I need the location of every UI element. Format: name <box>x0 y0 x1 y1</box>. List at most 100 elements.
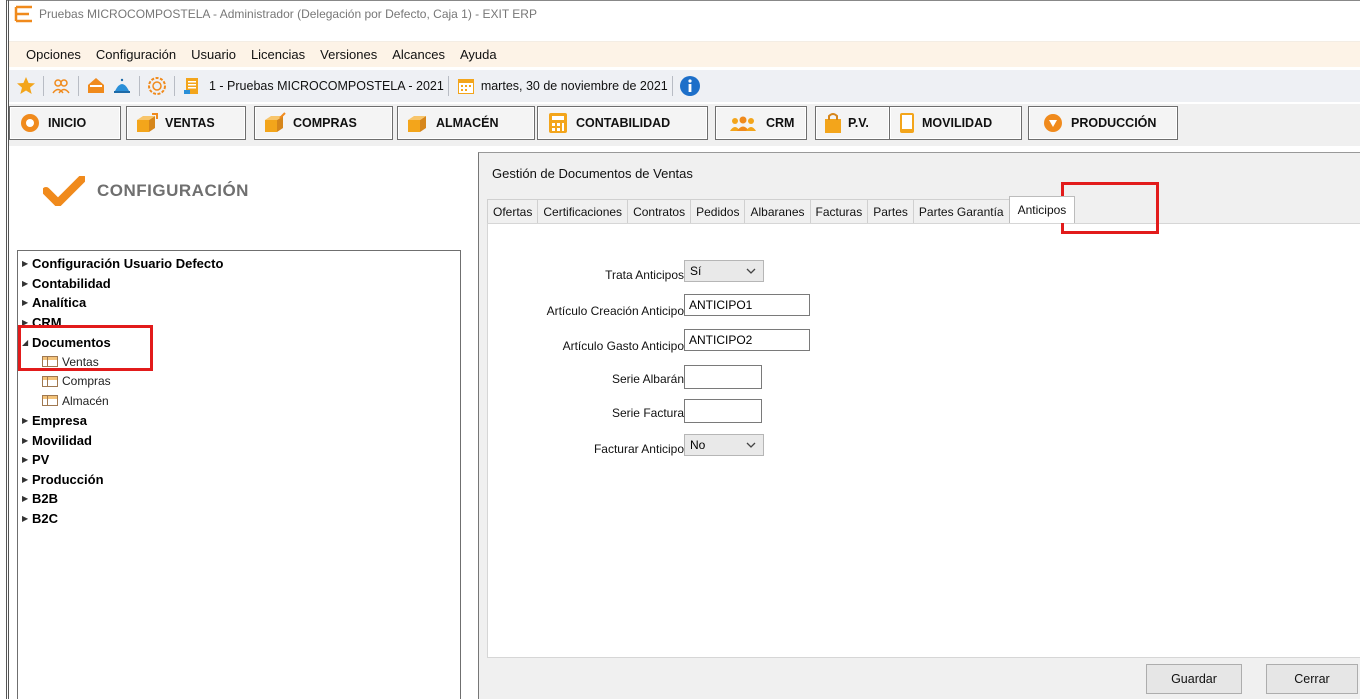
menu-bar: Opciones Configuración Usuario Licencias… <box>9 41 1360 67</box>
tree-item-config-usuario[interactable]: ▶ Configuración Usuario Defecto <box>18 254 460 274</box>
tree-item-b2c[interactable]: ▶ B2C <box>18 509 460 529</box>
menu-ayuda[interactable]: Ayuda <box>460 47 497 62</box>
tree-subitem-compras[interactable]: Compras <box>18 372 460 392</box>
facturar-anticipo-select[interactable]: No <box>684 434 764 456</box>
highlight-box-anticipos-tab <box>1061 182 1159 234</box>
users-icon[interactable] <box>50 75 72 97</box>
tree-item-contabilidad[interactable]: ▶ Contabilidad <box>18 274 460 294</box>
star-icon[interactable] <box>15 75 37 97</box>
tab-strip: Ofertas Certificaciones Contratos Pedido… <box>487 196 1076 223</box>
tab-anticipos[interactable]: Anticipos <box>1008 196 1076 223</box>
tab-albaranes[interactable]: Albaranes <box>744 199 811 223</box>
tree-item-analitica[interactable]: ▶ Analítica <box>18 293 460 313</box>
shopping-bag-icon <box>824 112 842 134</box>
home-icon <box>18 112 42 134</box>
module-crm-button[interactable]: CRM <box>715 106 807 140</box>
calendar-icon[interactable] <box>455 75 477 97</box>
module-ventas-label: VENTAS <box>165 116 215 130</box>
title-bar: Pruebas MICROCOMPOSTELA - Administrador … <box>9 1 1360 27</box>
current-date: martes, 30 de noviembre de 2021 <box>480 79 668 93</box>
service-bell-icon[interactable] <box>111 75 133 97</box>
document-icon[interactable] <box>181 75 203 97</box>
warehouse-box-icon <box>406 112 430 134</box>
toolbar-separator <box>447 76 449 96</box>
tree-item-b2b[interactable]: ▶ B2B <box>18 489 460 509</box>
expand-arrow-icon: ▶ <box>22 455 29 465</box>
tab-partes[interactable]: Partes <box>867 199 914 223</box>
facturar-anticipo-value: No <box>690 438 706 452</box>
module-movilidad-button[interactable]: MOVILIDAD <box>889 106 1022 140</box>
expand-arrow-icon: ▶ <box>22 278 29 288</box>
menu-usuario[interactable]: Usuario <box>191 47 236 62</box>
toolbar-separator <box>174 76 175 96</box>
module-compras-label: COMPRAS <box>293 116 357 130</box>
menu-licencias[interactable]: Licencias <box>251 47 305 62</box>
module-movilidad-label: MOVILIDAD <box>922 116 993 130</box>
toolbar-separator <box>78 76 79 96</box>
module-produccion-button[interactable]: PRODUCCIÓN <box>1028 106 1178 140</box>
dialog-title: Gestión de Documentos de Ventas <box>492 166 693 181</box>
menu-alcances[interactable]: Alcances <box>392 47 445 62</box>
trata-anticipos-value: Sí <box>690 264 702 278</box>
articulo-gasto-input[interactable] <box>684 329 810 351</box>
module-inicio-button[interactable]: INICIO <box>9 106 121 140</box>
trata-anticipos-select[interactable]: Sí <box>684 260 764 282</box>
config-title: CONFIGURACIÓN <box>97 181 249 200</box>
module-compras-button[interactable]: COMPRAS <box>254 106 393 140</box>
tab-facturas[interactable]: Facturas <box>809 199 869 223</box>
expand-arrow-icon: ▶ <box>22 514 29 524</box>
window-title: Pruebas MICROCOMPOSTELA - Administrador … <box>39 7 537 21</box>
checkmark-icon <box>43 176 85 206</box>
articulo-creacion-input[interactable] <box>684 294 810 316</box>
tab-contratos[interactable]: Contratos <box>627 199 692 223</box>
info-icon[interactable] <box>679 75 701 97</box>
save-button[interactable]: Guardar <box>1146 664 1242 694</box>
production-gear-icon <box>1041 112 1065 134</box>
module-produccion-label: PRODUCCIÓN <box>1071 116 1157 130</box>
module-contabilidad-button[interactable]: CONTABILIDAD <box>537 106 708 140</box>
config-header: CONFIGURACIÓN <box>43 176 249 206</box>
tab-partes-garantia[interactable]: Partes Garantía <box>912 199 1010 223</box>
toolbar-separator <box>671 76 673 96</box>
expand-arrow-icon: ▶ <box>22 259 29 269</box>
tree-item-movilidad[interactable]: ▶ Movilidad <box>18 430 460 450</box>
quick-toolbar: 1 - Pruebas MICROCOMPOSTELA - 2021 marte… <box>9 70 1360 102</box>
chevron-down-icon <box>746 442 756 448</box>
module-almacen-button[interactable]: ALMACÉN <box>397 106 535 140</box>
module-contabilidad-label: CONTABILIDAD <box>576 116 671 130</box>
tab-pedidos[interactable]: Pedidos <box>690 199 746 223</box>
mobile-phone-icon <box>898 112 916 134</box>
serie-factura-input[interactable] <box>684 399 762 423</box>
table-icon <box>42 375 58 387</box>
module-crm-label: CRM <box>766 116 795 130</box>
menu-configuracion[interactable]: Configuración <box>96 47 176 62</box>
close-button[interactable]: Cerrar <box>1266 664 1358 694</box>
tree-item-pv[interactable]: ▶ PV <box>18 450 460 470</box>
anticipos-tab-pane: Trata Anticipos Sí Artículo Creación Ant… <box>487 223 1360 658</box>
module-pv-button[interactable]: P.V. <box>815 106 890 140</box>
menu-versiones[interactable]: Versiones <box>320 47 377 62</box>
articulo-creacion-label: Artículo Creación Anticipo <box>546 304 684 318</box>
box-out-icon <box>135 112 159 134</box>
expand-arrow-icon: ▶ <box>22 435 29 445</box>
config-tree: ▶ Configuración Usuario Defecto ▶ Contabil… <box>17 250 461 699</box>
documentos-ventas-dialog: Gestión de Documentos de Ventas Ofertas … <box>478 152 1360 699</box>
tree-subitem-almacen[interactable]: Almacén <box>18 391 460 411</box>
tree-item-empresa[interactable]: ▶ Empresa <box>18 411 460 431</box>
module-almacen-label: ALMACÉN <box>436 116 499 130</box>
serie-factura-label: Serie Factura <box>611 406 684 420</box>
menu-opciones[interactable]: Opciones <box>26 47 81 62</box>
inbox-icon[interactable] <box>85 75 107 97</box>
tree-item-produccion[interactable]: ▶ Producción <box>18 470 460 490</box>
module-bar: INICIO VENTAS COMPRAS ALMACÉN CONTABILID… <box>9 104 1360 146</box>
settings-wheel-icon[interactable] <box>146 75 168 97</box>
tab-certificaciones[interactable]: Certificaciones <box>537 199 629 223</box>
expand-arrow-icon: ▶ <box>22 494 29 504</box>
serie-albaran-input[interactable] <box>684 365 762 389</box>
calculator-icon <box>546 112 570 134</box>
toolbar-separator <box>43 76 44 96</box>
tab-ofertas[interactable]: Ofertas <box>487 199 539 223</box>
toolbar-separator <box>139 76 140 96</box>
module-ventas-button[interactable]: VENTAS <box>126 106 246 140</box>
facturar-anticipo-label: Facturar Anticipo <box>593 442 684 456</box>
